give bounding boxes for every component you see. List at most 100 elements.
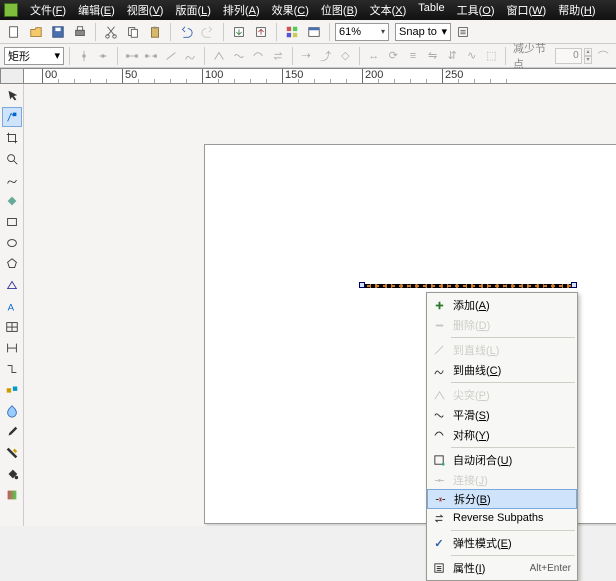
dimension-tool[interactable] — [2, 338, 22, 358]
welcome-button[interactable] — [304, 22, 324, 42]
outline-tool[interactable] — [2, 443, 22, 463]
export-button[interactable] — [251, 22, 271, 42]
smooth-node-button[interactable] — [230, 46, 248, 66]
save-button[interactable] — [48, 22, 68, 42]
context-menu-label: 对称(Y) — [453, 427, 571, 443]
extract-button[interactable]: ⤴ — [317, 46, 335, 66]
cusp-node-button[interactable] — [210, 46, 228, 66]
text-tool[interactable]: A — [2, 296, 22, 316]
app-launcher-button[interactable] — [282, 22, 302, 42]
menu-item[interactable]: 编辑(E) — [72, 0, 121, 20]
rectangle-tool[interactable] — [2, 212, 22, 232]
menu-item[interactable]: 效果(C) — [266, 0, 315, 20]
svg-text:A: A — [7, 302, 14, 313]
options-button[interactable] — [453, 22, 473, 42]
undo-button[interactable] — [176, 22, 196, 42]
shape-label: 矩形 — [8, 48, 30, 64]
context-menu-item[interactable]: 拆分(B) — [427, 489, 577, 509]
extend-button[interactable]: ⇢ — [297, 46, 315, 66]
props-icon — [431, 560, 447, 576]
menu-item[interactable]: 排列(A) — [217, 0, 266, 20]
close-path-button[interactable]: ◇ — [337, 46, 355, 66]
symmetric-node-button[interactable] — [249, 46, 267, 66]
blend-tool[interactable] — [2, 380, 22, 400]
rotate-button[interactable]: ⟳ — [385, 46, 403, 66]
node-handle[interactable] — [571, 282, 577, 288]
minus-icon — [431, 317, 447, 333]
snap-combo[interactable]: Snap to ▾ — [395, 23, 451, 41]
curve-smoothness-button[interactable]: ⌒ — [594, 46, 612, 66]
join-nodes-button[interactable] — [123, 46, 141, 66]
context-menu-item: 到直线(L) — [427, 340, 577, 360]
menu-separator — [451, 382, 575, 383]
break-nodes-button[interactable] — [142, 46, 160, 66]
open-button[interactable] — [26, 22, 46, 42]
menu-item[interactable]: Table — [412, 0, 450, 20]
shape-combo[interactable]: 矩形 ▾ — [4, 47, 64, 65]
import-button[interactable] — [229, 22, 249, 42]
menu-item[interactable]: 版面(L) — [169, 0, 216, 20]
redo-button[interactable] — [198, 22, 218, 42]
menu-item[interactable]: 窗口(W) — [500, 0, 552, 20]
print-button[interactable] — [70, 22, 90, 42]
reverse-button[interactable] — [269, 46, 287, 66]
to-curve-button[interactable] — [182, 46, 200, 66]
connector-tool[interactable] — [2, 359, 22, 379]
cut-button[interactable] — [101, 22, 121, 42]
shape-tool[interactable] — [2, 107, 22, 127]
add-node-button[interactable] — [75, 46, 93, 66]
chevron-down-icon: ▾ — [381, 27, 385, 36]
node-handle[interactable] — [359, 282, 365, 288]
table-tool[interactable] — [2, 317, 22, 337]
context-menu-label: 到直线(L) — [453, 342, 571, 358]
fill-tool[interactable] — [2, 464, 22, 484]
context-menu-item[interactable]: 自动闭合(U) — [427, 450, 577, 470]
context-menu-item[interactable]: 平滑(S) — [427, 405, 577, 425]
menu-item[interactable]: 文件(F) — [24, 0, 72, 20]
smooth-icon — [431, 407, 447, 423]
elastic-button[interactable]: ∿ — [463, 46, 481, 66]
basic-shapes-tool[interactable] — [2, 275, 22, 295]
crop-tool[interactable] — [2, 128, 22, 148]
to-line-button[interactable] — [162, 46, 180, 66]
context-menu-item: 尖突(P) — [427, 385, 577, 405]
zoom-combo[interactable]: 61% ▾ — [335, 23, 389, 41]
new-button[interactable] — [4, 22, 24, 42]
reduce-nodes-label: 减少节点 — [513, 40, 551, 72]
menu-item[interactable]: 工具(O) — [451, 0, 501, 20]
context-menu-item[interactable]: 对称(Y) — [427, 425, 577, 445]
pick-tool[interactable] — [2, 86, 22, 106]
context-menu-item[interactable]: Reverse Subpaths — [427, 508, 577, 528]
close-icon — [431, 452, 447, 468]
context-menu-item: 连接(J) — [427, 470, 577, 490]
menu-item[interactable]: 视图(V) — [121, 0, 170, 20]
paste-button[interactable] — [145, 22, 165, 42]
context-menu-label: 添加(A) — [453, 297, 571, 313]
menu-item[interactable]: 帮助(H) — [552, 0, 601, 20]
select-all-nodes-button[interactable]: ⬚ — [483, 46, 501, 66]
align-button[interactable]: ≡ — [404, 46, 422, 66]
menu-item[interactable]: 文本(X) — [364, 0, 413, 20]
context-menu-item[interactable]: 到曲线(C) — [427, 360, 577, 380]
stretch-button[interactable]: ↔ — [365, 46, 383, 66]
reduce-nodes-input[interactable]: 0 — [555, 48, 582, 64]
eyedropper-tool[interactable] — [2, 422, 22, 442]
context-menu-item[interactable]: 属性(I)Alt+Enter — [427, 558, 577, 578]
copy-button[interactable] — [123, 22, 143, 42]
reflect-v-button[interactable]: ⇵ — [443, 46, 461, 66]
polygon-tool[interactable] — [2, 254, 22, 274]
zoom-tool[interactable] — [2, 149, 22, 169]
freehand-tool[interactable] — [2, 170, 22, 190]
context-menu-item[interactable]: ✓弹性模式(E) — [427, 533, 577, 553]
context-menu-item[interactable]: 添加(A) — [427, 295, 577, 315]
context-menu-label: 拆分(B) — [454, 491, 570, 507]
interactive-fill-tool[interactable] — [2, 485, 22, 505]
transparency-tool[interactable] — [2, 401, 22, 421]
reduce-stepper[interactable]: ▴▾ — [584, 48, 593, 64]
smart-fill-tool[interactable] — [2, 191, 22, 211]
selected-path[interactable] — [362, 284, 572, 288]
ellipse-tool[interactable] — [2, 233, 22, 253]
menu-item[interactable]: 位图(B) — [315, 0, 364, 20]
reflect-h-button[interactable]: ⇋ — [424, 46, 442, 66]
delete-node-button[interactable] — [94, 46, 112, 66]
